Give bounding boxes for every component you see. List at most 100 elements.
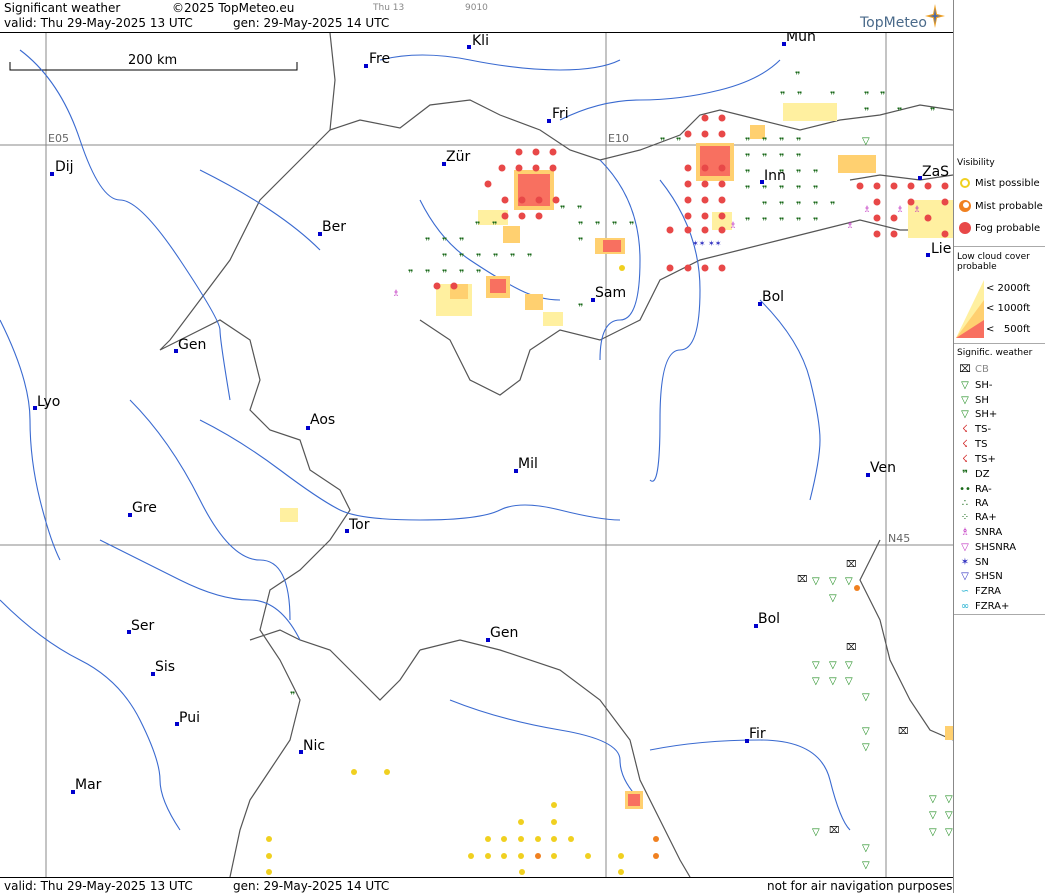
city-label: Fir — [749, 726, 766, 742]
svg-text:❞: ❞ — [442, 253, 447, 263]
legend-lowcloud-title: Low cloud cover probable — [957, 252, 1030, 272]
ra-light-icon: •• — [959, 483, 971, 495]
valid-time: valid: Thu 29-May-2025 13 UTC — [4, 16, 193, 30]
weather-map[interactable]: E05 E10 N45 200 km ❞ ❞ ❞ ❞ ❞ ❞ ❞ ❞ ❞ ❞ ❞… — [0, 33, 953, 877]
legend-label: TS+ — [975, 453, 996, 465]
city-label: Mil — [518, 456, 538, 472]
copyright: ©2025 TopMeteo.eu — [172, 1, 295, 15]
svg-text:♗: ♗ — [913, 205, 921, 215]
svg-text:▽: ▽ — [862, 860, 870, 871]
mist-probable-symbols — [535, 585, 860, 859]
map-canvas: E05 E10 N45 200 km ❞❞ ❞ ❞ ❞ ❞ ❞ ❞ ❞ ❞ ❞ … — [0, 33, 953, 877]
city-label: Lie — [931, 241, 951, 257]
svg-text:❞: ❞ — [578, 303, 583, 313]
svg-text:❞: ❞ — [442, 269, 447, 279]
country-borders — [159, 33, 953, 877]
svg-text:❞: ❞ — [796, 137, 801, 147]
header-bar: Significant weather ©2025 TopMeteo.eu Th… — [0, 0, 953, 33]
svg-text:❞: ❞ — [796, 185, 801, 195]
fog-symbols — [433, 114, 949, 290]
thu-label: Thu 13 — [373, 3, 405, 13]
ra-heavy-icon: ⁘ — [960, 511, 970, 523]
city-label: Dij — [55, 159, 74, 175]
svg-text:❞: ❞ — [577, 205, 582, 215]
svg-text:❞: ❞ — [560, 205, 565, 215]
svg-text:❞: ❞ — [578, 237, 583, 247]
sh-light-icon: ▽ — [961, 379, 969, 391]
svg-text:❞: ❞ — [779, 153, 784, 163]
grid-label-e05: E05 — [48, 132, 69, 145]
svg-text:❞: ❞ — [408, 269, 413, 279]
legend-mist-possible: Mist possible — [958, 176, 1040, 190]
svg-text:❞: ❞ — [762, 185, 767, 195]
svg-text:▽: ▽ — [862, 692, 870, 703]
svg-text:❞: ❞ — [813, 185, 818, 195]
svg-text:⌧: ⌧ — [829, 826, 839, 836]
ts-light-icon: ☇ — [962, 423, 968, 435]
svg-text:❞: ❞ — [476, 269, 481, 279]
svg-text:❞: ❞ — [475, 221, 480, 231]
svg-text:❞: ❞ — [930, 107, 935, 117]
svg-text:✶✶: ✶✶ — [708, 239, 721, 248]
city-label: Mun — [786, 33, 816, 45]
city-label: Mar — [75, 777, 102, 793]
topmeteo-logo: TopMeteo — [860, 15, 927, 31]
legend-label: RA+ — [975, 511, 997, 523]
cb-icon: ⌧ — [959, 363, 971, 375]
ts-icon: ☇ — [962, 438, 968, 450]
legend-label: SH- — [975, 379, 993, 391]
city-label: Bol — [762, 289, 784, 305]
dz-icon: ❞ — [962, 468, 968, 480]
svg-text:▽: ▽ — [829, 660, 837, 671]
svg-text:❞: ❞ — [796, 217, 801, 227]
svg-text:❞: ❞ — [762, 201, 767, 211]
svg-text:❞: ❞ — [779, 217, 784, 227]
city-label: Gen — [490, 625, 518, 641]
svg-text:❞: ❞ — [762, 217, 767, 227]
svg-text:❞: ❞ — [780, 91, 785, 101]
grid-lines — [0, 33, 953, 877]
svg-text:▽: ▽ — [829, 576, 837, 587]
svg-text:♗: ♗ — [863, 205, 871, 215]
legend-visibility-title: Visibility — [957, 158, 995, 168]
legend-label: RA- — [975, 483, 992, 495]
footer-valid-time: valid: Thu 29-May-2025 13 UTC — [4, 879, 193, 893]
city-label: Bol — [758, 611, 780, 627]
svg-text:❞: ❞ — [493, 253, 498, 263]
svg-text:⌧: ⌧ — [846, 643, 856, 653]
city-label: Tor — [348, 517, 370, 533]
city-label: Nic — [303, 738, 325, 754]
mist-possible-symbols — [266, 265, 625, 875]
grid-label-e10: E10 — [608, 132, 629, 145]
fzra-heavy-icon: ∞ — [960, 600, 970, 612]
svg-text:❞: ❞ — [527, 253, 532, 263]
svg-text:❞: ❞ — [864, 107, 869, 117]
legend-label: Mist possible — [975, 177, 1040, 189]
svg-text:▽: ▽ — [945, 827, 953, 838]
legend-label: SHSN — [975, 570, 1003, 582]
sh-heavy-icon: ▽ — [961, 408, 969, 420]
svg-text:❞: ❞ — [745, 185, 750, 195]
svg-text:▽: ▽ — [862, 136, 870, 147]
svg-text:▽: ▽ — [812, 660, 820, 671]
legend-label: TS — [975, 438, 988, 450]
snra-icon: ♗ — [960, 526, 970, 538]
svg-text:♗: ♗ — [896, 205, 904, 215]
svg-text:♗: ♗ — [392, 289, 400, 299]
legend-label: CB — [975, 363, 989, 375]
svg-text:▽: ▽ — [862, 726, 870, 737]
city-label: Fre — [369, 51, 390, 67]
svg-text:✶✶: ✶✶ — [692, 239, 705, 248]
city-label: Pui — [179, 710, 200, 726]
svg-text:❞: ❞ — [595, 221, 600, 231]
svg-text:▽: ▽ — [845, 676, 853, 687]
svg-text:❞: ❞ — [492, 221, 497, 231]
sn-icon: ✶ — [960, 556, 970, 568]
legend-label: SN — [975, 556, 989, 568]
legend-label: FZRA — [975, 585, 1001, 597]
legend-label: SHSNRA — [975, 541, 1017, 553]
svg-text:▽: ▽ — [862, 843, 870, 854]
legend-label: RA — [975, 497, 989, 509]
city-label: Ven — [870, 460, 896, 476]
svg-text:❞: ❞ — [476, 253, 481, 263]
